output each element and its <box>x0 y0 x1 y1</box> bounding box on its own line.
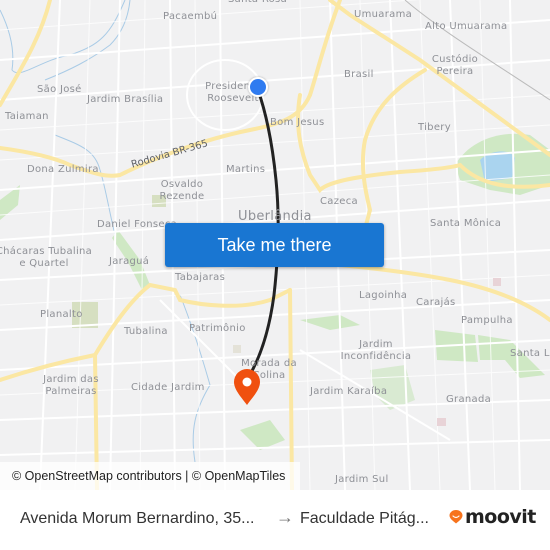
map-label-jardim-karaiba: Jardim Karaíba <box>310 386 388 397</box>
map-label-osvaldo-rezende: Osvaldo Rezende <box>159 179 205 202</box>
map-label-lagoinha: Lagoinha <box>359 290 408 301</box>
map-label-cazeca: Cazeca <box>320 196 358 207</box>
map-label-taiaman: Taiaman <box>5 111 49 122</box>
stream <box>0 0 126 74</box>
moovit-logo[interactable]: moovit <box>449 506 536 528</box>
rail-line <box>404 0 550 101</box>
route-footer: Avenida Morum Bernardino, 35... → Faculd… <box>0 490 550 550</box>
origin-name: Avenida Morum Bernardino, 35... <box>20 510 255 527</box>
destination-name: Faculdade Pitág... <box>300 510 429 527</box>
map-label-santa-monica: Santa Mônica <box>430 218 502 229</box>
park-area <box>240 420 285 450</box>
map-label-tubalina: Tubalina <box>124 326 168 337</box>
map-label-pampulha: Pampulha <box>461 315 513 326</box>
map-label-planalto: Planalto <box>40 309 83 320</box>
destination-pin-icon[interactable] <box>232 368 262 406</box>
poi-building <box>437 418 446 426</box>
park-area <box>300 315 360 330</box>
moovit-wordmark: moovit <box>465 506 536 528</box>
map-label-dona-zulmira: Dona Zulmira <box>27 164 99 175</box>
map[interactable]: Santa Rosa Pacaembú Umuarama Alto Umuara… <box>0 0 550 490</box>
arrow-right-icon: → <box>276 507 294 527</box>
map-label-carajas: Carajás <box>416 297 456 308</box>
map-label-patrimonio: Patrimônio <box>189 323 246 334</box>
map-label-sao-jose: São José <box>37 84 82 95</box>
map-label-jardim-brasilia: Jardim Brasília <box>87 94 164 105</box>
map-label-umuarama: Umuarama <box>354 9 413 20</box>
map-label-jaragua: Jaraguá <box>109 256 150 267</box>
poi-building <box>233 345 241 353</box>
map-label-granada: Granada <box>446 394 492 405</box>
map-label-santa-rosa: Santa Rosa <box>228 0 287 6</box>
map-label-custodio-pereira: Custódio Pereira <box>431 54 479 77</box>
map-label-jardim-das-palmeiras: Jardim das Palmeiras <box>43 374 99 397</box>
map-label-uberlandia: Uberlândia <box>238 209 312 224</box>
map-label-martins: Martins <box>226 164 266 175</box>
map-label-chacaras-tubalina: Chácaras Tubalina e Quartel <box>0 246 93 269</box>
origin-marker[interactable] <box>248 77 268 97</box>
take-me-there-button[interactable]: Take me there <box>165 223 384 267</box>
map-label-santa-luzia: Santa Luzia <box>510 348 550 359</box>
poi-building <box>493 278 501 286</box>
map-label-pacaembu: Pacaembú <box>163 11 218 22</box>
map-label-alto-umuarama: Alto Umuarama <box>425 21 508 32</box>
map-label-jardim-inconfidencia: Jardim Inconfidência <box>340 339 412 362</box>
map-label-bom-jesus: Bom Jesus <box>270 117 325 128</box>
map-label-tabajaras: Tabajaras <box>175 272 226 283</box>
map-label-jardim-sul: Jardim Sul <box>335 474 389 485</box>
map-label-tibery: Tibery <box>418 122 451 133</box>
map-label-brasil: Brasil <box>344 69 374 80</box>
map-attribution[interactable]: © OpenStreetMap contributors | © OpenMap… <box>0 462 300 490</box>
moovit-pin-icon <box>449 510 463 524</box>
map-label-cidade-jardim: Cidade Jardim <box>131 382 205 393</box>
